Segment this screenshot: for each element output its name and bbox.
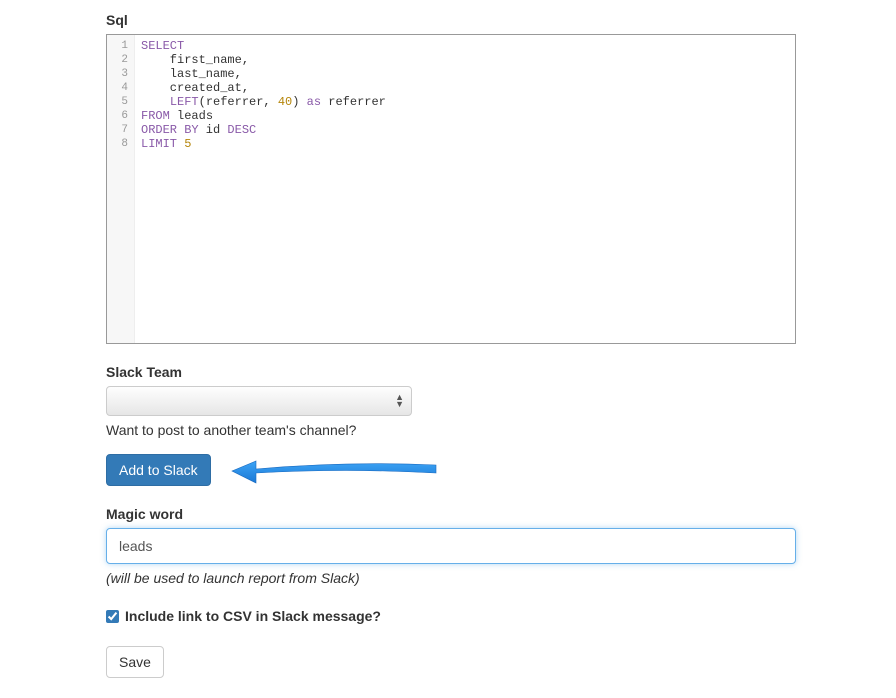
pointing-arrow-icon bbox=[226, 451, 446, 491]
magic-word-hint: (will be used to launch report from Slac… bbox=[106, 570, 796, 586]
include-csv-label[interactable]: Include link to CSV in Slack message? bbox=[125, 608, 381, 624]
slack-team-label: Slack Team bbox=[106, 364, 796, 380]
sql-gutter: 12345678 bbox=[107, 35, 135, 343]
save-button[interactable]: Save bbox=[106, 646, 164, 678]
slack-team-helper: Want to post to another team's channel? bbox=[106, 422, 796, 438]
slack-team-select[interactable] bbox=[106, 386, 412, 416]
magic-word-label: Magic word bbox=[106, 506, 796, 522]
include-csv-checkbox[interactable] bbox=[106, 610, 119, 623]
sql-editor[interactable]: 12345678 SELECT first_name, last_name, c… bbox=[106, 34, 796, 344]
magic-word-input[interactable] bbox=[106, 528, 796, 564]
sql-code-area[interactable]: SELECT first_name, last_name, created_at… bbox=[135, 35, 795, 343]
sql-label: Sql bbox=[106, 12, 796, 28]
add-to-slack-button[interactable]: Add to Slack bbox=[106, 454, 211, 486]
